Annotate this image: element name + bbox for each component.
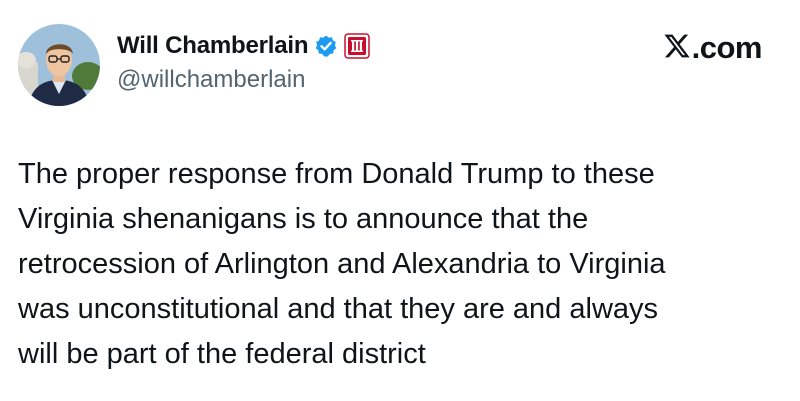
tweet-text: The proper response from Donald Trump to…	[18, 158, 666, 370]
brand-domain-text: .com	[691, 30, 763, 65]
avatar[interactable]	[18, 24, 100, 106]
affiliate-badge-icon[interactable]	[344, 33, 371, 59]
author-name-row: Will Chamberlain	[117, 30, 371, 62]
verified-badge-icon	[314, 34, 338, 58]
x-logo-icon	[663, 32, 691, 65]
author-display-name[interactable]: Will Chamberlain	[117, 32, 308, 60]
brand-logo: .com	[663, 30, 763, 66]
avatar-photo	[18, 24, 100, 106]
author-handle[interactable]: @willchamberlain	[117, 66, 305, 94]
